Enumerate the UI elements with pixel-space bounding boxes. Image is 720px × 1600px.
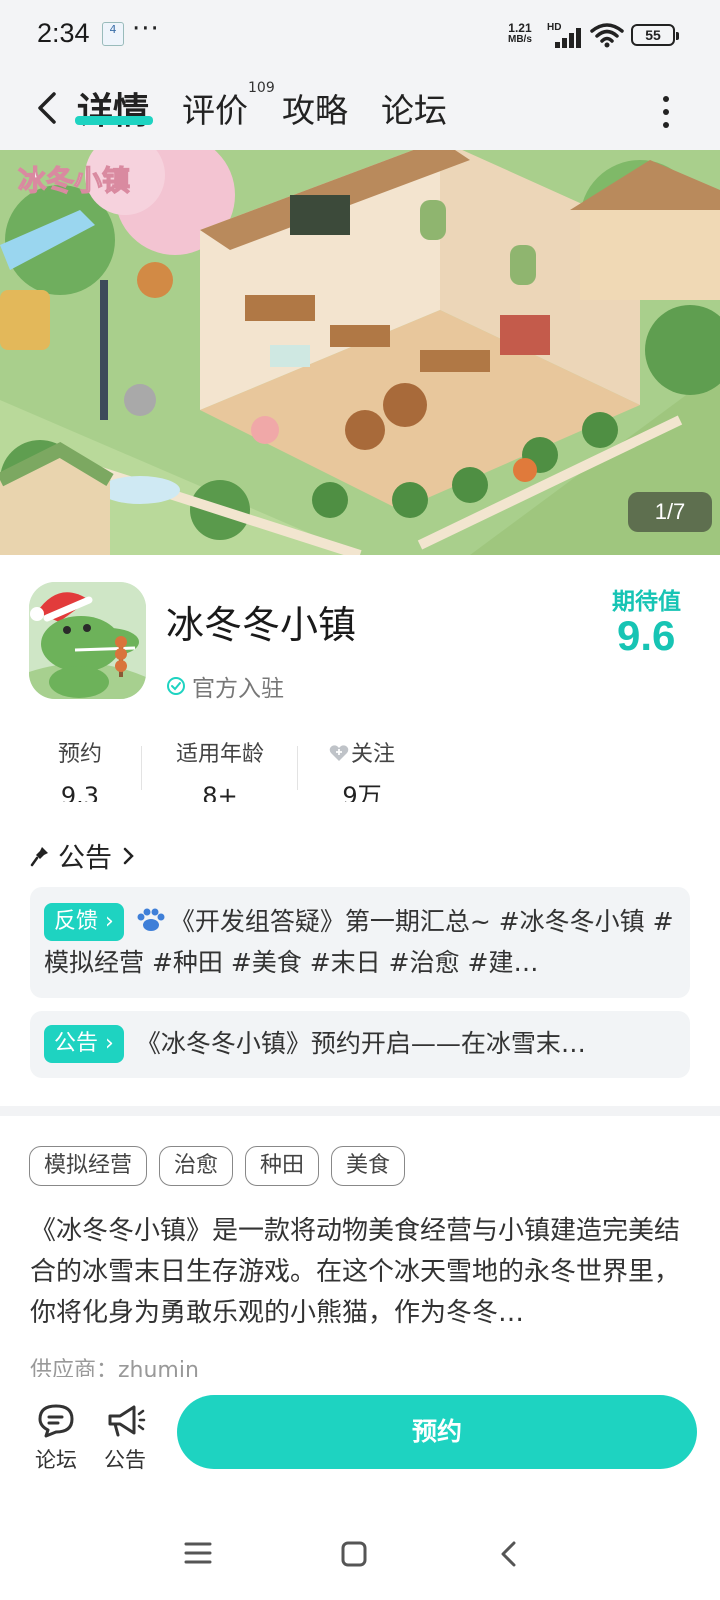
stat-label-row: 关注 [322, 736, 402, 768]
stat-label: 适用年龄 [175, 742, 264, 767]
network-speed: 1.21 MB/s [508, 22, 532, 46]
network-speed-value: 1.21 [508, 21, 532, 35]
forum-button[interactable]: 论坛 [24, 1402, 88, 1474]
battery-icon: 55 [631, 24, 679, 46]
reserve-button[interactable]: 预约 [177, 1395, 697, 1469]
screenshot-banner[interactable]: 冰冬小镇 [0, 150, 720, 555]
notice-chip: 反馈 › [44, 903, 124, 941]
stat-reservations: 预约 9.3万 [50, 736, 110, 802]
app-title: 冰冬冬小镇 [166, 603, 357, 647]
expectation-score: 9.6 [617, 612, 676, 659]
notice-chip-label: 反馈 [54, 909, 99, 934]
tab-forum[interactable]: 论坛 [381, 84, 447, 132]
notification-icon: 4 [102, 22, 124, 46]
chevron-right-icon [123, 847, 134, 864]
notice-item-content: 反馈 › 《开发组答疑》第一期汇总~ #冰冬冬小镇 #模拟经营 #种田 #美食 … [44, 901, 674, 985]
genre-tags: 模拟经营 治愈 种田 美食 [29, 1146, 406, 1186]
heart-icon [329, 745, 349, 761]
supplier-text: 供应商：zhumin [30, 1358, 199, 1377]
notice-item-feedback[interactable]: 反馈 › 《开发组答疑》第一期汇总~ #冰冬冬小镇 #模拟经营 #种田 #美食 … [30, 887, 690, 998]
tag-chip[interactable]: 美食 [331, 1146, 406, 1186]
forum-icon [38, 1404, 74, 1438]
tag-chip[interactable]: 模拟经营 [29, 1146, 148, 1186]
expectation-label: 期待值 [612, 589, 681, 615]
megaphone-icon [108, 1405, 146, 1437]
tag-chip[interactable]: 种田 [245, 1146, 320, 1186]
stat-value: 9万 [342, 782, 382, 802]
tag-chip[interactable]: 治愈 [159, 1146, 234, 1186]
official-badge: 官方入驻 [166, 669, 284, 703]
back-nav-icon[interactable] [498, 1540, 520, 1568]
forum-label: 论坛 [35, 1448, 77, 1472]
tab-reviews[interactable]: 评价 [182, 84, 248, 132]
notice-title: 公告 [58, 843, 112, 874]
pin-icon [30, 846, 48, 866]
section-divider [0, 1106, 720, 1116]
notice-text: 《冰冬冬小镇》预约开启——在冰雪末… [135, 1029, 586, 1058]
notice-header[interactable]: 公告 [30, 836, 136, 875]
announcement-label: 公告 [104, 1448, 146, 1472]
active-tab-indicator [75, 116, 153, 125]
verified-check-icon [167, 677, 185, 695]
home-icon[interactable] [340, 1540, 368, 1568]
notice-chip: 公告 › [44, 1025, 124, 1063]
reviews-count-badge: 109 [248, 80, 275, 96]
back-arrow-icon[interactable] [30, 86, 70, 130]
notice-chip-label: 公告 [54, 1031, 99, 1056]
game-screenshot-image: 冰冬小镇 [0, 150, 720, 555]
screenshot-counter: 1/7 [628, 492, 712, 532]
top-nav: 详情 评价 109 攻略 论坛 [0, 70, 720, 150]
tab-guides[interactable]: 攻略 [282, 84, 348, 132]
official-label: 官方入驻 [192, 676, 284, 702]
stat-followers[interactable]: 关注 9万 [322, 736, 402, 802]
stat-label: 预约 [57, 742, 102, 767]
stat-divider [297, 746, 298, 790]
notice-item-content: 公告 › 《冰冬冬小镇》预约开启——在冰雪末… [44, 1023, 674, 1064]
notice-item-announcement[interactable]: 公告 › 《冰冬冬小镇》预约开启——在冰雪末… [30, 1011, 690, 1078]
announcement-button[interactable]: 公告 [93, 1402, 157, 1474]
more-menu-icon[interactable] [660, 92, 672, 132]
app-icon [29, 582, 146, 699]
wifi-icon [590, 23, 624, 48]
game-description[interactable]: 《冰冬冬小镇》是一款将动物美食经营与小镇建造完美结合的冰雪末日生存游戏。在这个冰… [30, 1211, 696, 1334]
stat-value: 9.3万 [60, 782, 100, 802]
more-notifications-icon: ··· [132, 14, 160, 44]
tab-details[interactable]: 详情 [77, 82, 149, 134]
banner-logo: 冰冬小镇 [18, 164, 130, 197]
stat-age-rating: 适用年龄 8+ [167, 736, 273, 802]
stat-divider [141, 746, 142, 790]
signal-icon [553, 24, 583, 48]
status-time: 2:34 [37, 18, 90, 48]
status-bar: 2:34 4 ··· 1.21 MB/s HD 55 [0, 0, 720, 70]
stat-label: 关注 [350, 742, 395, 767]
paw-icon [137, 908, 165, 931]
network-speed-unit: MB/s [508, 34, 532, 45]
menu-icon[interactable] [183, 1540, 213, 1566]
stat-value: 8+ [202, 782, 238, 802]
